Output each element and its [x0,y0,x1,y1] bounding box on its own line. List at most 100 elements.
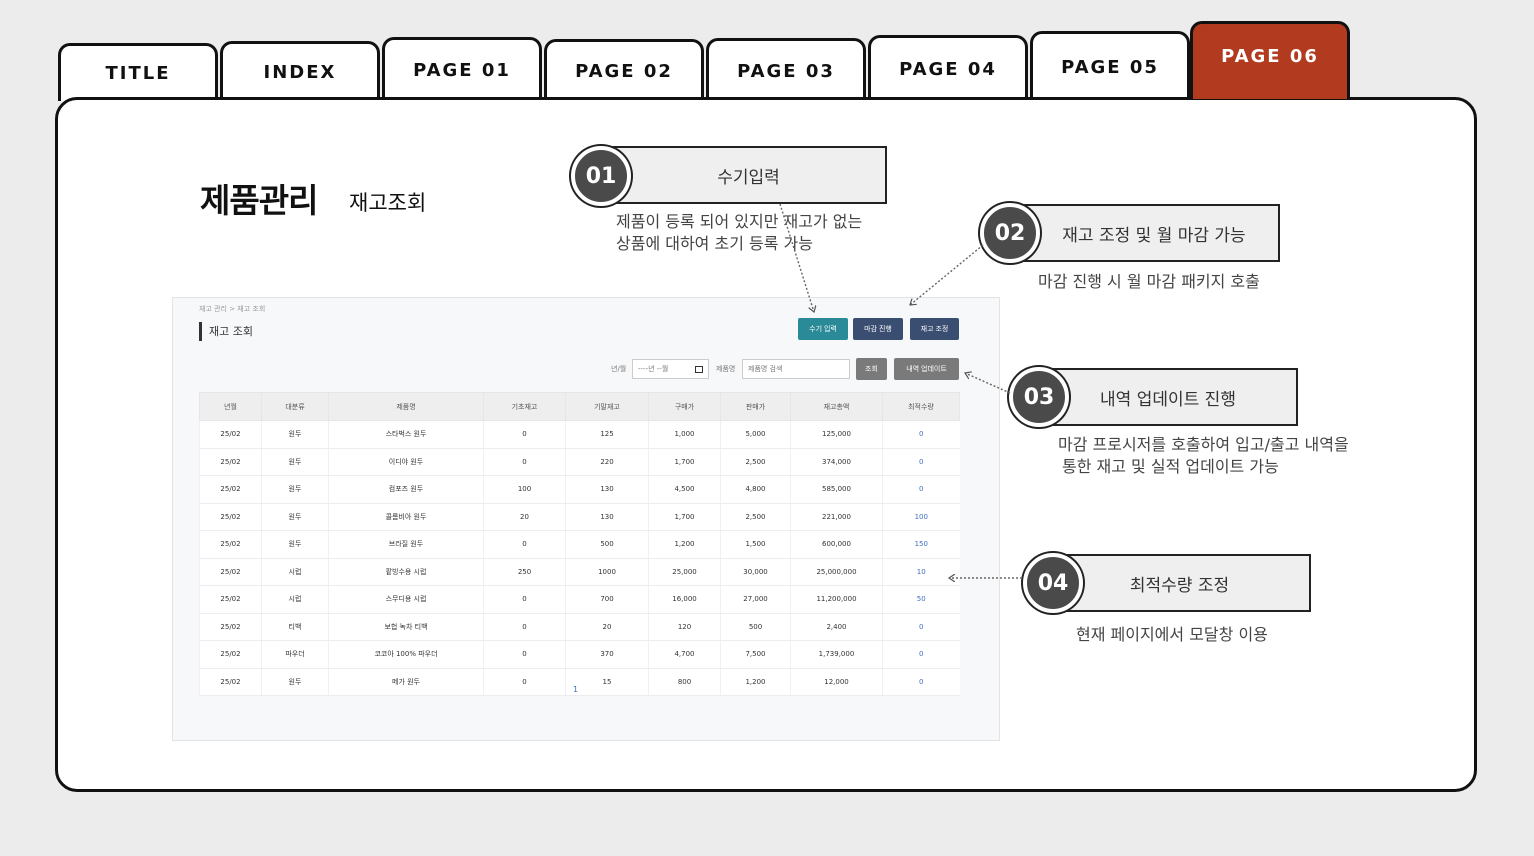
table-row: 25/02 원두 브라질 원두 0 500 1,200 1,500 600,000 150 [199,530,960,559]
table-row: 25/02 파우더 코코아 100% 파우더 0 370 4,700 7,500 1,739,… [199,640,960,669]
optimal-qty-cell[interactable]: 0 [882,448,960,476]
table-cell: 원두 [261,668,329,696]
column-header: 판매가 [720,392,791,421]
table-header-row: 년월 대분류 제품명 기초재고 기말재고 구매가 판매가 재고총액 최적수량 [199,392,960,421]
table-row: 25/02 원두 메가 원두 0 15 800 1,200 12,000 0 [199,668,960,696]
callout-01-desc-line2: 상품에 대하여 초기 등록 가능 [616,234,813,253]
month-value: ----년 --월 [638,365,669,373]
pagination-page-1[interactable]: 1 [573,685,578,694]
table-cell: 5,000 [720,420,791,449]
table-cell: 585,000 [790,475,883,504]
manual-input-button[interactable]: 수기 입력 [798,318,848,340]
table-cell: 500 [720,613,791,641]
callout-01-desc-line1: 제품이 등록 되어 있지만 재고가 없는 [616,212,863,231]
table-cell: 스무디용 시럽 [328,585,484,614]
table-row: 25/02 시럽 스무디용 시럽 0 700 16,000 27,000 11,200,000… [199,585,960,614]
table-row: 25/02 시럽 팥빙수용 시럽 250 1000 25,000 30,000 25,000,… [199,558,960,586]
optimal-qty-cell[interactable]: 50 [882,585,960,614]
tab-title[interactable]: TITLE [58,43,218,101]
table-cell: 500 [565,530,649,559]
table-cell: 0 [483,668,566,696]
table-cell: 27,000 [720,585,791,614]
month-input[interactable]: ----년 --월 [632,359,709,379]
table-cell: 파우더 [261,640,329,669]
table-cell: 25,000 [648,558,721,586]
table-cell: 1,700 [648,503,721,531]
column-header: 기말재고 [565,392,649,421]
table-cell: 25/02 [199,448,262,476]
table-cell: 800 [648,668,721,696]
callout-02-number: 02 [980,203,1040,263]
table-cell: 브라질 원두 [328,530,484,559]
callout-02-desc: 마감 진행 시 월 마감 패키지 호출 [1038,272,1260,291]
table-cell: 원두 [261,420,329,449]
table-cell: 25/02 [199,585,262,614]
table-cell: 16,000 [648,585,721,614]
optimal-qty-cell[interactable]: 0 [882,613,960,641]
column-header: 년월 [199,392,262,421]
column-header: 재고총액 [790,392,883,421]
table-cell: 이디야 원두 [328,448,484,476]
table-cell: 메가 원두 [328,668,484,696]
tab-page-06[interactable]: PAGE 06 [1190,21,1350,99]
tab-page-05[interactable]: PAGE 05 [1030,31,1190,101]
optimal-qty-cell[interactable]: 0 [882,475,960,504]
table-cell: 221,000 [790,503,883,531]
screen-page-title: 재고 조회 [199,322,253,341]
table-cell: 원두 [261,503,329,531]
table-cell: 시럽 [261,585,329,614]
callout-03-desc-line2: 통한 재고 및 실적 업데이트 가능 [1062,457,1279,476]
optimal-qty-cell[interactable]: 0 [882,640,960,669]
optimal-qty-cell[interactable]: 150 [882,530,960,559]
tab-page-02[interactable]: PAGE 02 [544,39,704,101]
table-cell: 4,500 [648,475,721,504]
table-cell: 보헙 녹차 티백 [328,613,484,641]
table-cell: 25/02 [199,475,262,504]
callout-01-title: 수기입력 [590,146,887,204]
calendar-icon[interactable] [695,365,703,373]
table-cell: 스타벅스 원두 [328,420,484,449]
table-cell: 2,500 [720,448,791,476]
table-cell: 25,000,000 [790,558,883,586]
table-cell: 시럽 [261,558,329,586]
product-search-input[interactable]: 제품명 검색 [742,359,850,379]
search-button[interactable]: 조회 [856,358,887,380]
inventory-screen: 재고 관리 > 재고 조회 재고 조회 수기 입력 마감 진행 재고 조정 년/… [172,297,1000,741]
history-update-button[interactable]: 내역 업데이트 [894,358,959,380]
tab-page-01[interactable]: PAGE 01 [382,37,542,101]
table-cell: 2,500 [720,503,791,531]
table-cell: 125,000 [790,420,883,449]
page-title: 제품관리 [200,181,318,220]
tab-index[interactable]: INDEX [220,41,380,101]
product-label: 제품명 [716,365,736,373]
table-cell: 4,700 [648,640,721,669]
table-cell: 컴포즈 원두 [328,475,484,504]
stock-adjust-button[interactable]: 재고 조정 [910,318,959,340]
column-header: 최적수량 [882,392,960,421]
callout-04-number: 04 [1023,553,1083,613]
column-header: 대분류 [261,392,329,421]
optimal-qty-cell[interactable]: 0 [882,668,960,696]
table-cell: 120 [648,613,721,641]
table-cell: 원두 [261,475,329,504]
column-header: 제품명 [328,392,484,421]
table-row: 25/02 원두 콜롬비아 원두 20 130 1,700 2,500 221,000 100 [199,503,960,531]
tab-page-03[interactable]: PAGE 03 [706,38,866,101]
callout-03-desc-line1: 마감 프로시저를 호출하여 입고/출고 내역을 [1058,435,1349,454]
breadcrumb: 재고 관리 > 재고 조회 [199,305,266,313]
table-cell: 370 [565,640,649,669]
optimal-qty-cell[interactable]: 0 [882,420,960,449]
table-cell: 0 [483,613,566,641]
tab-page-04[interactable]: PAGE 04 [868,35,1028,101]
callout-02-title: 재고 조정 및 월 마감 가능 [1000,204,1280,262]
optimal-qty-cell[interactable]: 100 [882,503,960,531]
table-cell: 0 [483,640,566,669]
close-process-button[interactable]: 마감 진행 [853,318,903,340]
table-cell: 원두 [261,530,329,559]
table-cell: 원두 [261,448,329,476]
table-cell: 25/02 [199,640,262,669]
table-cell: 130 [565,503,649,531]
optimal-qty-cell[interactable]: 10 [882,558,960,586]
table-cell: 팥빙수용 시럽 [328,558,484,586]
table-row: 25/02 티백 보헙 녹차 티백 0 20 120 500 2,400 0 [199,613,960,641]
